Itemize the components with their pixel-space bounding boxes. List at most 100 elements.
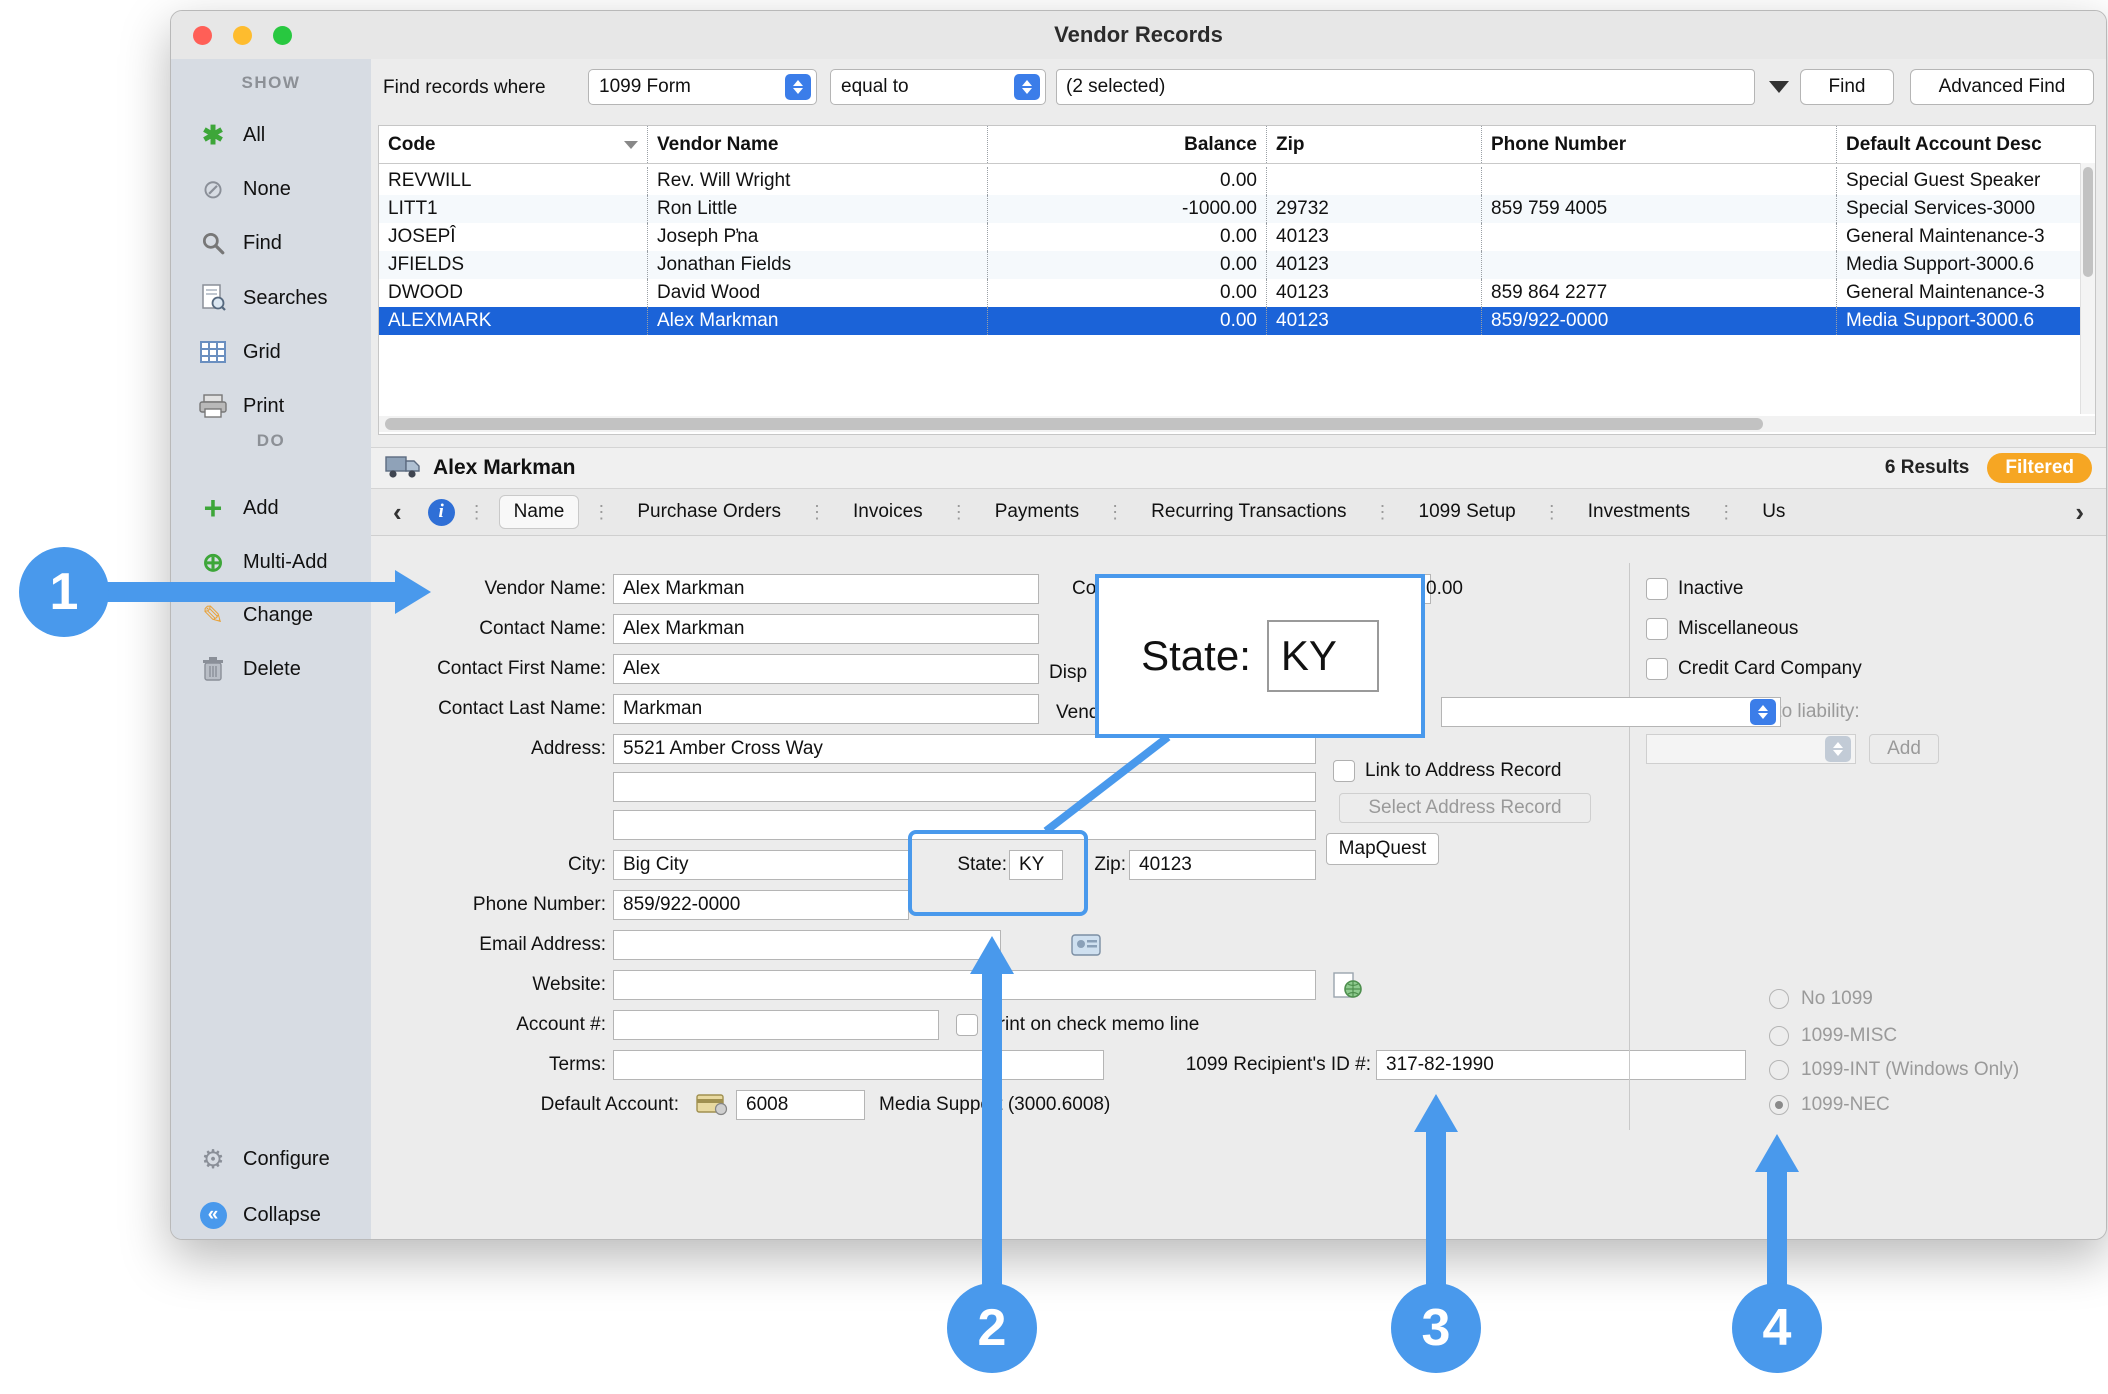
advanced-find-button[interactable]: Advanced Find bbox=[1910, 69, 2094, 105]
sidebar-item-find[interactable]: Find bbox=[171, 223, 371, 263]
tabs-scroll-left-icon[interactable]: ‹ bbox=[383, 497, 412, 528]
select-address-record-button[interactable]: Select Address Record bbox=[1339, 793, 1591, 823]
zoom-button[interactable] bbox=[273, 26, 292, 45]
table-row[interactable]: REVWILL Rev. Will Wright 0.00 Special Gu… bbox=[379, 167, 2095, 195]
mapquest-button[interactable]: MapQuest bbox=[1326, 833, 1439, 865]
filtered-badge[interactable]: Filtered bbox=[1987, 453, 2092, 483]
contact-name-field[interactable]: Alex Markman bbox=[613, 614, 1039, 644]
table-row[interactable]: DWOOD David Wood 0.00 40123 859 864 2277… bbox=[379, 279, 2095, 307]
column-header-default-account[interactable]: Default Account Desc bbox=[1836, 126, 2096, 163]
print-memo-checkbox[interactable] bbox=[956, 1014, 978, 1036]
step-4-badge: 4 bbox=[1732, 1283, 1822, 1373]
column-label: Phone Number bbox=[1491, 134, 1626, 156]
sidebar-item-all[interactable]: ✱ All bbox=[171, 115, 371, 155]
step-4-arrowhead-icon bbox=[1755, 1134, 1799, 1172]
contact-last-name-field[interactable]: Markman bbox=[613, 694, 1039, 724]
city-field[interactable]: Big City bbox=[613, 850, 909, 880]
sidebar-item-collapse[interactable]: « Collapse bbox=[171, 1195, 371, 1235]
inactive-checkbox[interactable] bbox=[1646, 578, 1668, 600]
website-label: Website: bbox=[386, 970, 606, 1000]
contact-first-name-field[interactable]: Alex bbox=[613, 654, 1039, 684]
cell-phone bbox=[1481, 167, 1836, 195]
sidebar-item-add[interactable]: + Add bbox=[171, 488, 371, 528]
accrue-liability-select[interactable] bbox=[1646, 734, 1856, 764]
search-doc-icon bbox=[195, 284, 231, 312]
default-account-field[interactable]: 6008 bbox=[736, 1090, 865, 1120]
table-row[interactable]: LITT1 Ron Little -1000.00 29732 859 759 … bbox=[379, 195, 2095, 223]
tab-recurring-transactions[interactable]: Recurring Transactions bbox=[1137, 496, 1360, 528]
tab-purchase-orders[interactable]: Purchase Orders bbox=[623, 496, 795, 528]
cell-default-account: General Maintenance-3 bbox=[1836, 223, 2096, 251]
inactive-label: Inactive bbox=[1678, 574, 1743, 604]
tab-users[interactable]: Us bbox=[1748, 496, 1799, 528]
column-header-phone[interactable]: Phone Number bbox=[1481, 126, 1836, 163]
sidebar-item-label: Delete bbox=[243, 658, 301, 681]
radio-1099-nec[interactable] bbox=[1769, 1095, 1789, 1115]
radio-1099-misc-label: 1099-MISC bbox=[1801, 1021, 1897, 1051]
sidebar-item-multi-add[interactable]: ⊕ Multi-Add bbox=[171, 542, 371, 582]
select-chevrons-icon bbox=[1825, 736, 1851, 762]
address-line2-field[interactable] bbox=[613, 772, 1316, 802]
radio-1099-misc[interactable] bbox=[1769, 1026, 1789, 1046]
terms-field[interactable] bbox=[613, 1050, 1104, 1080]
vendor-name-field[interactable]: Alex Markman bbox=[613, 574, 1039, 604]
email-contact-icon[interactable] bbox=[1071, 932, 1101, 963]
circle-plus-icon: ⊕ bbox=[195, 547, 231, 578]
field-select[interactable]: 1099 Form bbox=[588, 69, 817, 105]
address-line1-field[interactable]: 5521 Amber Cross Way bbox=[613, 734, 1316, 764]
scrollbar-thumb[interactable] bbox=[385, 418, 1763, 430]
table-row[interactable]: JOSEPÎ Joseph Pŉa 0.00 40123 General Mai… bbox=[379, 223, 2095, 251]
miscellaneous-checkbox[interactable] bbox=[1646, 618, 1668, 640]
cell-code: JOSEPÎ bbox=[379, 223, 647, 251]
table-row-selected[interactable]: ALEXMARK Alex Markman 0.00 40123 859/922… bbox=[379, 307, 2095, 335]
minimize-button[interactable] bbox=[233, 26, 252, 45]
operator-select[interactable]: equal to bbox=[830, 69, 1046, 105]
tab-1099-setup[interactable]: 1099 Setup bbox=[1405, 496, 1530, 528]
sidebar-item-grid[interactable]: Grid bbox=[171, 332, 371, 372]
step-2-badge: 2 bbox=[947, 1283, 1037, 1373]
account-number-field[interactable] bbox=[613, 1010, 939, 1040]
cell-phone bbox=[1481, 251, 1836, 279]
value-dropdown-arrow[interactable] bbox=[1769, 81, 1789, 93]
cell-vendor-name: Joseph Pŉa bbox=[647, 223, 987, 251]
account-card-icon[interactable] bbox=[696, 1092, 728, 1121]
find-button[interactable]: Find bbox=[1800, 69, 1894, 105]
find-value-input[interactable]: (2 selected) bbox=[1056, 69, 1755, 105]
sidebar-item-configure[interactable]: ⚙ Configure bbox=[171, 1139, 371, 1179]
table-row[interactable]: JFIELDS Jonathan Fields 0.00 40123 Media… bbox=[379, 251, 2095, 279]
accrue-add-button[interactable]: Add bbox=[1869, 734, 1939, 764]
table-horizontal-scrollbar[interactable] bbox=[379, 416, 2095, 432]
zip-field[interactable]: 40123 bbox=[1129, 850, 1316, 880]
sidebar-item-searches[interactable]: Searches bbox=[171, 278, 371, 318]
tab-name[interactable]: Name bbox=[499, 495, 580, 529]
vendor-type-select[interactable] bbox=[1441, 697, 1781, 727]
sidebar-item-label: Print bbox=[243, 395, 284, 418]
column-header-vendor-name[interactable]: Vendor Name bbox=[647, 126, 987, 163]
info-icon[interactable]: i bbox=[428, 499, 455, 526]
link-address-checkbox[interactable] bbox=[1333, 760, 1355, 782]
tab-invoices[interactable]: Invoices bbox=[839, 496, 937, 528]
radio-no-1099[interactable] bbox=[1769, 989, 1789, 1009]
tabs-scroll-right-icon[interactable]: › bbox=[2065, 497, 2094, 528]
website-field[interactable] bbox=[613, 970, 1316, 1000]
cell-zip bbox=[1266, 167, 1481, 195]
column-header-code[interactable]: Code bbox=[379, 126, 647, 163]
tab-investments[interactable]: Investments bbox=[1574, 496, 1704, 528]
column-header-zip[interactable]: Zip bbox=[1266, 126, 1481, 163]
close-button[interactable] bbox=[193, 26, 212, 45]
find-value-text: (2 selected) bbox=[1066, 76, 1165, 98]
table-vertical-scrollbar[interactable] bbox=[2080, 163, 2095, 414]
column-header-balance[interactable]: Balance bbox=[987, 126, 1266, 163]
cell-vendor-name: Jonathan Fields bbox=[647, 251, 987, 279]
sidebar-item-print[interactable]: Print bbox=[171, 386, 371, 426]
recipient-id-field[interactable]: 317-82-1990 bbox=[1376, 1050, 1746, 1080]
phone-field[interactable]: 859/922-0000 bbox=[613, 890, 909, 920]
radio-1099-int[interactable] bbox=[1769, 1060, 1789, 1080]
website-globe-icon[interactable] bbox=[1332, 972, 1362, 1004]
email-field[interactable] bbox=[613, 930, 1001, 960]
credit-card-company-checkbox[interactable] bbox=[1646, 658, 1668, 680]
sidebar-item-none[interactable]: ⊘ None bbox=[171, 169, 371, 209]
tab-payments[interactable]: Payments bbox=[981, 496, 1093, 528]
step-1-arrow-shaft bbox=[100, 582, 395, 602]
sidebar-item-delete[interactable]: Delete bbox=[171, 649, 371, 689]
